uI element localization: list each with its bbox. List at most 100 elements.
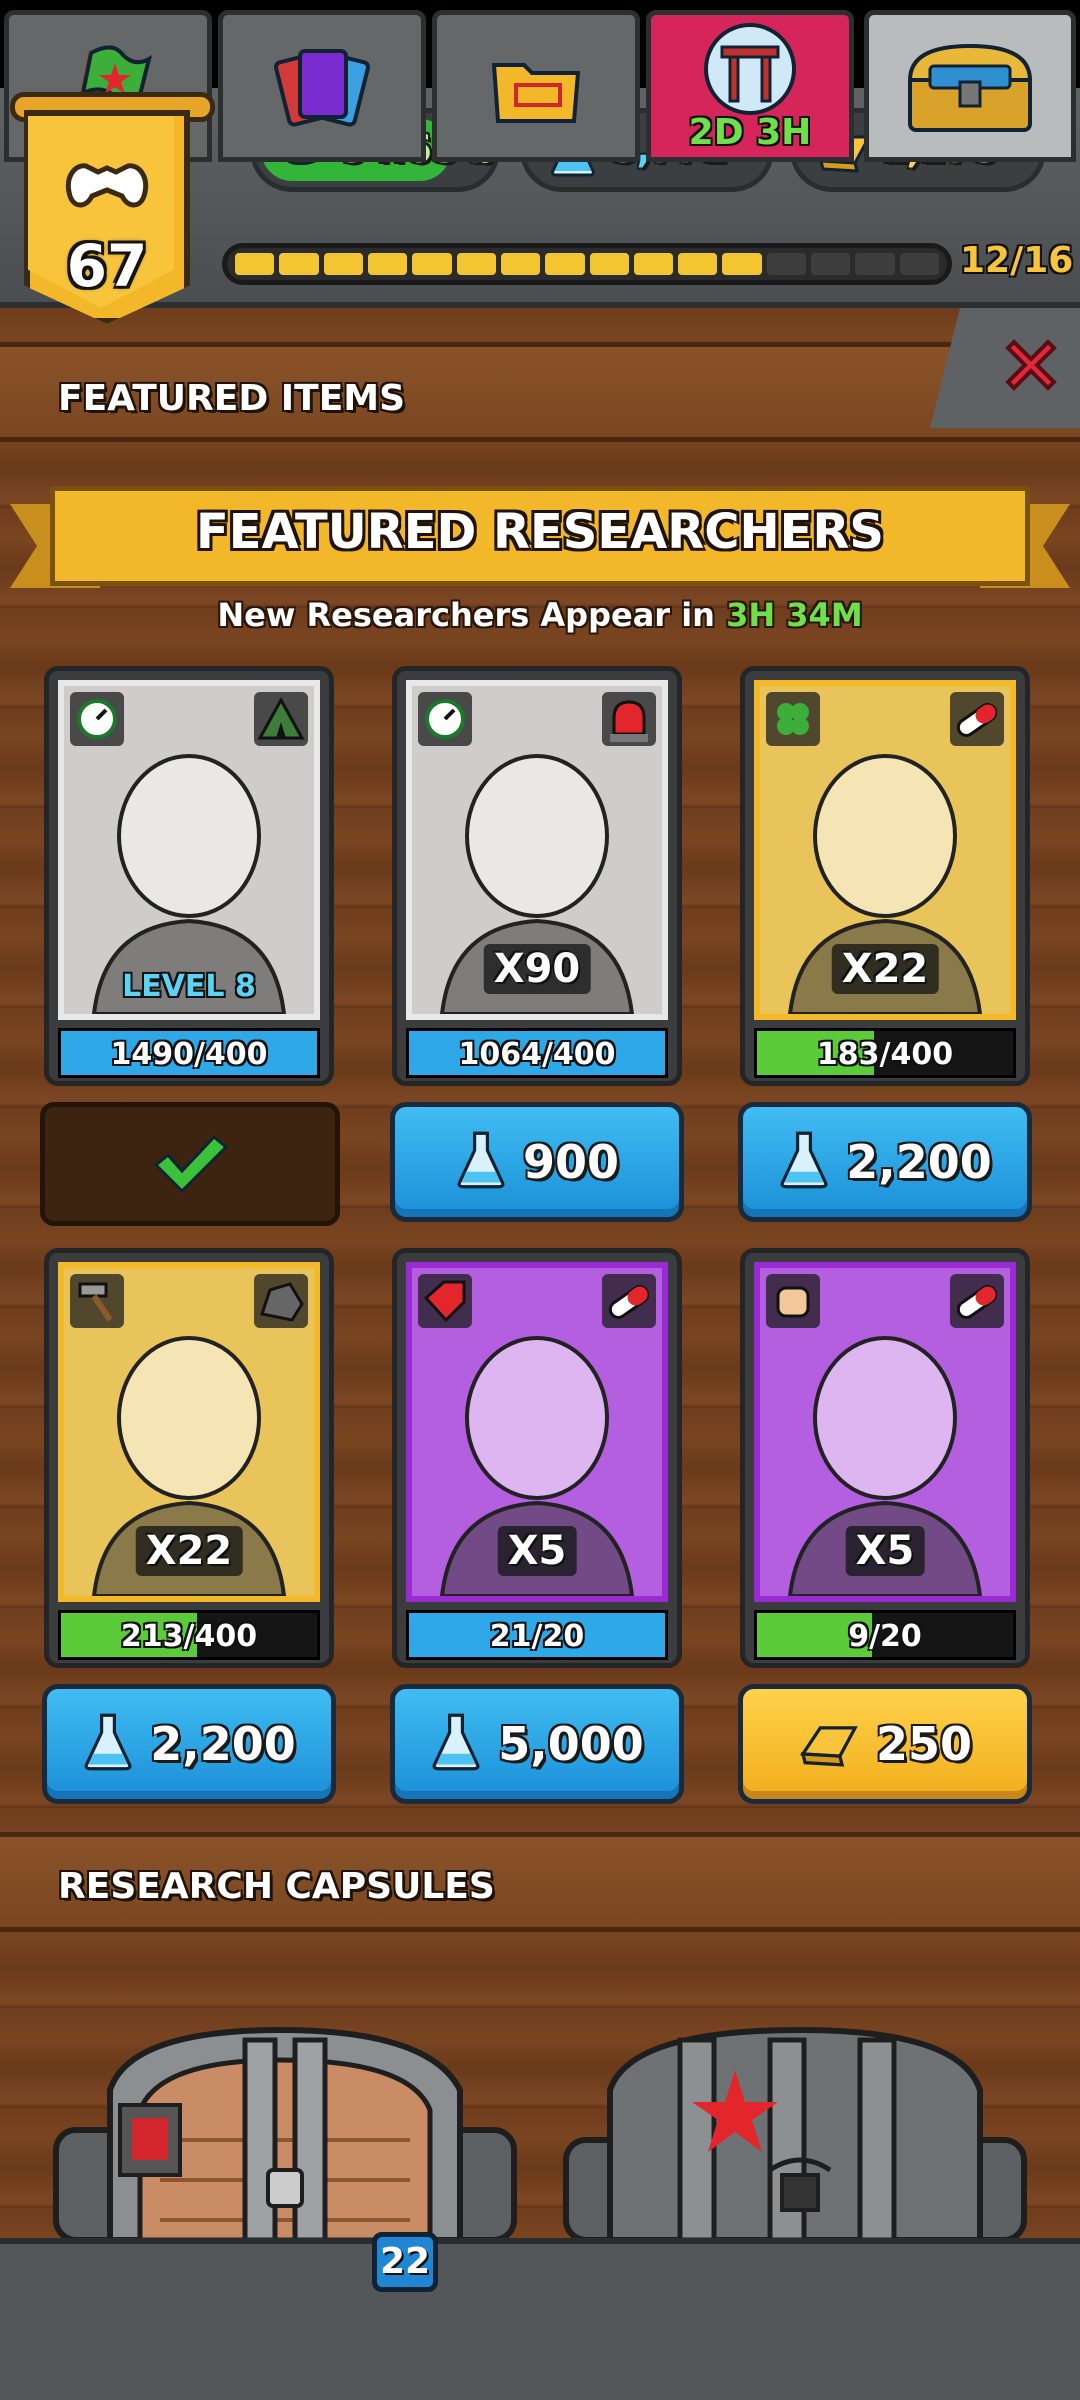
xp-segment — [633, 253, 674, 275]
hammer-icon — [70, 1274, 124, 1328]
cards-count-badge: 22 — [372, 2232, 438, 2292]
bottom-nav — [0, 2238, 1080, 2400]
buy-price: 900 — [522, 1135, 620, 1189]
card-progress-bar: 21/20 — [406, 1610, 668, 1660]
researcher-card-masked-lady[interactable]: X5 21/20 — [392, 1248, 682, 1678]
close-icon[interactable] — [998, 332, 1064, 398]
player-level-banner[interactable]: 67 — [10, 92, 215, 332]
xp-segment — [589, 253, 629, 275]
gamepad-icon — [66, 163, 148, 208]
xp-segment — [766, 253, 807, 275]
flask-icon — [455, 1129, 507, 1195]
xp-progress-bar — [222, 243, 952, 285]
xp-segment — [500, 253, 541, 275]
flask-icon — [778, 1129, 830, 1195]
card-multiplier: X5 — [845, 1526, 925, 1576]
xp-segment — [456, 253, 496, 275]
card-multiplier: X22 — [831, 944, 939, 994]
fist-icon — [766, 1274, 820, 1328]
researcher-card-goggle-scientist[interactable]: X5 9/20 — [740, 1248, 1030, 1678]
folder-icon — [491, 63, 581, 123]
new-researchers-timer: New Researchers Appear in 3H 34M — [0, 596, 1080, 634]
timer-value: 3H 34M — [726, 596, 863, 634]
buy-price: 250 — [875, 1717, 973, 1771]
checkmark-icon — [153, 1134, 229, 1194]
clover-icon — [766, 692, 820, 746]
timer-prefix: New Researchers Appear in — [217, 596, 715, 634]
card-progress-text: 1064/400 — [458, 1037, 616, 1072]
xp-segment — [811, 253, 851, 275]
ore-icon — [254, 1274, 308, 1328]
xp-segment — [545, 253, 585, 275]
xp-segment — [855, 253, 895, 275]
card-progress-text: 9/20 — [848, 1619, 922, 1654]
torii-icon — [704, 23, 796, 115]
research-capsules-title: RESEARCH CAPSULES — [58, 1866, 495, 1907]
owned-indicator — [40, 1102, 340, 1226]
researcher-card-hippie-couple[interactable]: LEVEL 8 1490/400 — [44, 666, 334, 1096]
card-multiplier: X5 — [497, 1526, 577, 1576]
card-progress-bar: 1064/400 — [406, 1028, 668, 1078]
featured-items-title: FEATURED ITEMS — [58, 378, 406, 419]
xp-segment — [678, 253, 718, 275]
featured-researchers-ribbon: FEATURED RESEARCHERS — [10, 486, 1070, 596]
card-multiplier: X22 — [135, 1526, 243, 1576]
researcher-portrait: X22 — [754, 680, 1016, 1020]
steel-capsule[interactable] — [560, 2010, 1030, 2240]
xp-segment — [899, 253, 939, 275]
card-progress-bar: 1490/400 — [58, 1028, 320, 1078]
tent-icon — [254, 692, 308, 746]
card-progress-text: 1490/400 — [110, 1037, 268, 1072]
researcher-portrait: X5 — [406, 1262, 668, 1602]
xp-segment — [279, 253, 319, 275]
tag-icon — [418, 1274, 472, 1328]
researcher-card-armored-raccoon[interactable]: X22 213/400 — [44, 1248, 334, 1678]
card-progress-bar: 213/400 — [58, 1610, 320, 1660]
researcher-card-robot-nurse[interactable]: X22 183/400 — [740, 666, 1030, 1096]
buy-price: 2,200 — [846, 1135, 992, 1189]
flask-icon — [430, 1711, 482, 1777]
xp-segment — [722, 253, 762, 275]
gold-bar-icon — [798, 1717, 860, 1771]
wooden-capsule[interactable] — [50, 2010, 520, 2240]
xp-progress-text: 12/16 — [960, 240, 1074, 281]
card-progress-text: 21/20 — [489, 1619, 585, 1654]
buy-button[interactable]: 2,200 — [42, 1684, 336, 1804]
card-multiplier: X90 — [483, 944, 591, 994]
xp-segment — [412, 253, 452, 275]
buy-price: 2,200 — [150, 1717, 296, 1771]
speedometer-icon — [70, 692, 124, 746]
buy-button[interactable]: 250 — [738, 1684, 1032, 1804]
nav-tab-research[interactable]: 2D 3H — [646, 10, 854, 162]
xp-segment — [367, 253, 408, 275]
researcher-portrait: X90 — [406, 680, 668, 1020]
researcher-portrait: X5 — [754, 1262, 1016, 1602]
player-level-number: 67 — [66, 232, 148, 300]
nav-tab-files[interactable] — [432, 10, 640, 162]
researcher-portrait: LEVEL 8 — [58, 680, 320, 1020]
card-progress-text: 213/400 — [120, 1619, 258, 1654]
xp-segment — [323, 253, 363, 275]
research-timer: 2D 3H — [688, 112, 812, 153]
buy-button[interactable]: 900 — [390, 1102, 684, 1222]
buy-button[interactable]: 5,000 — [390, 1684, 684, 1804]
buy-button[interactable]: 2,200 — [738, 1102, 1032, 1222]
speedometer-icon — [418, 692, 472, 746]
pill-icon — [602, 1274, 656, 1328]
nav-tab-shop[interactable] — [864, 10, 1076, 162]
cards-icon — [274, 49, 370, 127]
researcher-portrait: X22 — [58, 1262, 320, 1602]
featured-researchers-title: FEATURED RESEARCHERS — [196, 504, 884, 560]
card-progress-bar: 183/400 — [754, 1028, 1016, 1078]
card-progress-text: 183/400 — [816, 1037, 954, 1072]
treasure-chest-icon — [907, 43, 1033, 132]
pill-icon — [950, 1274, 1004, 1328]
nav-tab-cards[interactable] — [218, 10, 426, 162]
pill-icon — [950, 692, 1004, 746]
buy-price: 5,000 — [498, 1717, 644, 1771]
researcher-card-doctor[interactable]: X90 1064/400 — [392, 666, 682, 1096]
card-level-tag: LEVEL 8 — [122, 969, 256, 1004]
siren-icon — [602, 692, 656, 746]
xp-segment — [235, 253, 275, 275]
flask-icon — [82, 1711, 134, 1777]
